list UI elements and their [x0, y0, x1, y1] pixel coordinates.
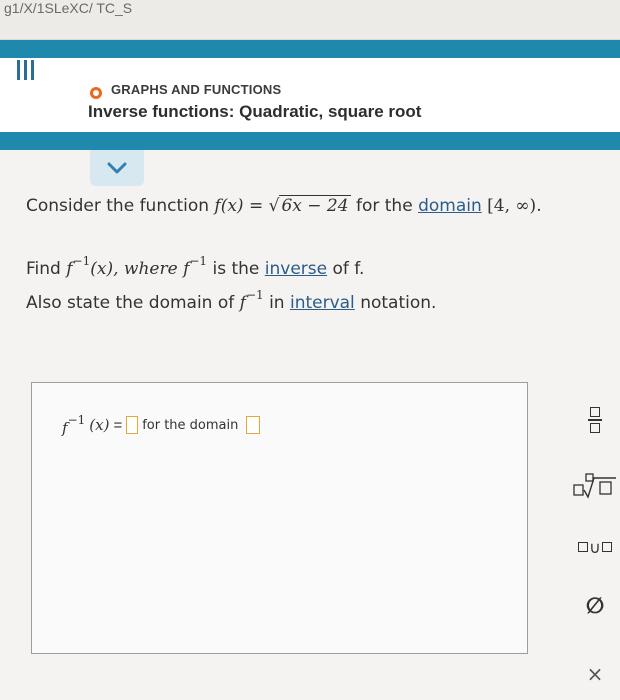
- url-fragment: g1/X/1SLeXC/ TC_S: [4, 0, 133, 16]
- clear-tool[interactable]: ×: [570, 654, 620, 694]
- interval-link[interactable]: interval: [290, 293, 355, 313]
- collapse-toggle[interactable]: [90, 150, 144, 186]
- close-icon: ×: [586, 662, 604, 686]
- problem-text: of f.: [332, 259, 365, 279]
- radicand: 6x − 24: [279, 195, 351, 216]
- problem-line-2: Find f−1(x), where f−1 is the inverse of…: [26, 254, 364, 279]
- problem-line-1: Consider the function f(x) = √ 6x − 24 fo…: [26, 195, 542, 216]
- superscript: −1: [245, 288, 264, 302]
- empty-set-tool[interactable]: ∅: [570, 586, 620, 626]
- answer-superscript: −1: [67, 413, 86, 427]
- topic-label: GRAPHS AND FUNCTIONS: [111, 82, 282, 97]
- chevron-down-icon: [107, 162, 127, 174]
- function-lhs: f(x) =: [214, 196, 264, 216]
- domain-link[interactable]: domain: [418, 196, 482, 216]
- nth-root-icon: [573, 473, 616, 499]
- domain-value: [4, ∞).: [487, 196, 542, 216]
- answer-line: f−1 (x) = for the domain: [62, 413, 261, 437]
- problem-text: Consider the function: [26, 196, 210, 216]
- problem-line-3: Also state the domain of f−1 in interval…: [26, 288, 436, 313]
- inverse-input[interactable]: [126, 416, 139, 434]
- problem-text: notation.: [360, 293, 437, 313]
- problem-text: Also state the domain of: [26, 293, 235, 313]
- union-tool[interactable]: ∪: [570, 527, 620, 567]
- problem-text: is the: [212, 259, 260, 279]
- superscript: −1: [189, 254, 208, 268]
- domain-input[interactable]: [246, 416, 261, 434]
- empty-set-icon: ∅: [585, 593, 605, 619]
- problem-text: (x), where: [90, 259, 178, 279]
- lesson-title: Inverse functions: Quadratic, square roo…: [88, 102, 422, 121]
- for-domain-label: for the domain: [142, 417, 239, 433]
- union-icon: ∪: [578, 538, 612, 557]
- nth-root-tool[interactable]: [570, 466, 620, 506]
- answer-arg: (x): [89, 416, 110, 434]
- fraction-tool[interactable]: [570, 400, 620, 440]
- fraction-icon: [588, 407, 602, 433]
- equals-sign: =: [113, 416, 123, 434]
- answer-box: f−1 (x) = for the domain: [31, 382, 528, 654]
- superscript: −1: [72, 254, 91, 268]
- problem-text: in: [269, 293, 285, 313]
- inverse-link[interactable]: inverse: [265, 259, 327, 279]
- problem-text: for the: [355, 196, 413, 216]
- browser-strip: g1/X/1SLeXC/ TC_S: [0, 0, 620, 40]
- topic-status-icon: [90, 87, 102, 99]
- problem-text: Find: [26, 259, 61, 279]
- menu-icon[interactable]: [14, 59, 36, 81]
